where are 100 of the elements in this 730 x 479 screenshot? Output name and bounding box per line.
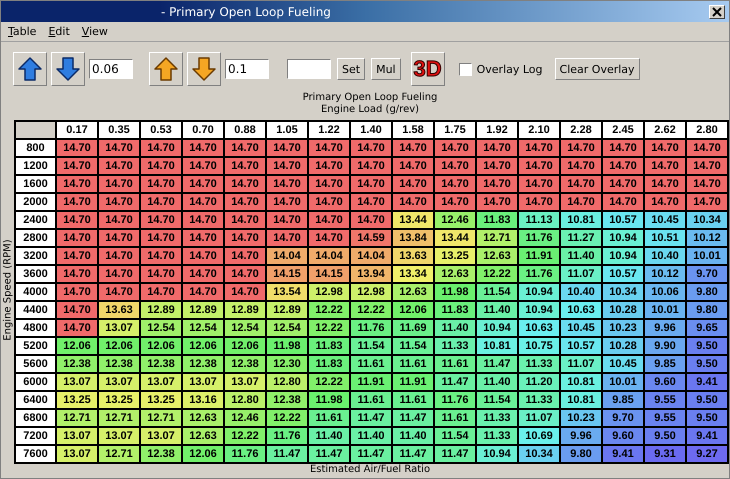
table-cell[interactable]: 14.70	[477, 158, 517, 174]
table-cell[interactable]: 12.98	[351, 284, 391, 300]
table-cell[interactable]: 12.46	[225, 410, 265, 426]
table-cell[interactable]: 11.40	[435, 320, 475, 336]
table-cell[interactable]: 14.70	[687, 194, 727, 210]
table-cell[interactable]: 14.70	[393, 194, 433, 210]
checkbox[interactable]	[458, 62, 472, 76]
table-cell[interactable]: 10.23	[603, 320, 643, 336]
table-cell[interactable]: 14.70	[561, 176, 601, 192]
table-cell[interactable]: 11.40	[351, 428, 391, 444]
table-cell[interactable]: 10.81	[561, 392, 601, 408]
table-cell[interactable]: 12.38	[183, 356, 223, 372]
table-cell[interactable]: 12.06	[183, 338, 223, 354]
table-cell[interactable]: 11.54	[351, 338, 391, 354]
table-cell[interactable]: 14.70	[57, 140, 97, 156]
table-cell[interactable]: 12.89	[183, 302, 223, 318]
table-cell[interactable]: 9.55	[645, 410, 685, 426]
table-cell[interactable]: 11.76	[435, 392, 475, 408]
table-cell[interactable]: 11.61	[351, 392, 391, 408]
table-cell[interactable]: 14.70	[99, 194, 139, 210]
table-cell[interactable]: 11.83	[477, 212, 517, 228]
table-cell[interactable]: 11.61	[393, 356, 433, 372]
table-cell[interactable]: 12.46	[435, 212, 475, 228]
table-cell[interactable]: 12.38	[57, 356, 97, 372]
table-cell[interactable]: 14.70	[267, 212, 307, 228]
table-cell[interactable]: 11.76	[351, 320, 391, 336]
table-cell[interactable]: 9.50	[687, 410, 727, 426]
table-cell[interactable]: 14.70	[99, 248, 139, 264]
table-cell[interactable]: 14.70	[225, 230, 265, 246]
table-cell[interactable]: 10.01	[645, 302, 685, 318]
table-cell[interactable]: 14.70	[183, 230, 223, 246]
table-cell[interactable]: 14.70	[225, 158, 265, 174]
toolbar-button[interactable]: Mul	[371, 58, 401, 80]
input-field[interactable]	[287, 59, 331, 79]
table-cell[interactable]: 11.07	[561, 266, 601, 282]
table-cell[interactable]: 13.07	[99, 374, 139, 390]
table-cell[interactable]: 12.22	[309, 302, 349, 318]
table-cell[interactable]: 14.70	[225, 248, 265, 264]
table-cell[interactable]: 12.54	[267, 320, 307, 336]
table-cell[interactable]: 11.91	[519, 248, 559, 264]
table-cell[interactable]: 14.70	[393, 140, 433, 156]
table-cell[interactable]: 14.70	[267, 194, 307, 210]
table-cell[interactable]: 11.61	[435, 410, 475, 426]
table-cell[interactable]: 14.70	[645, 158, 685, 174]
table-cell[interactable]: 14.70	[183, 284, 223, 300]
table-cell[interactable]: 13.07	[57, 446, 97, 462]
table-cell[interactable]: 14.70	[351, 194, 391, 210]
table-cell[interactable]: 12.38	[99, 356, 139, 372]
decrease-button[interactable]	[51, 52, 85, 86]
table-cell[interactable]: 11.33	[519, 392, 559, 408]
table-cell[interactable]: 11.40	[477, 374, 517, 390]
table-cell[interactable]: 11.13	[519, 212, 559, 228]
table-cell[interactable]: 10.81	[477, 338, 517, 354]
table-cell[interactable]: 14.70	[477, 194, 517, 210]
table-cell[interactable]: 14.70	[645, 176, 685, 192]
table-cell[interactable]: 14.70	[99, 140, 139, 156]
table-cell[interactable]: 11.07	[561, 356, 601, 372]
table-cell[interactable]: 11.61	[393, 392, 433, 408]
table-cell[interactable]: 10.63	[561, 302, 601, 318]
table-cell[interactable]: 14.70	[561, 194, 601, 210]
table-cell[interactable]: 11.47	[435, 446, 475, 462]
table-cell[interactable]: 10.34	[603, 284, 643, 300]
table-cell[interactable]: 12.71	[141, 410, 181, 426]
table-cell[interactable]: 13.25	[141, 392, 181, 408]
table-cell[interactable]: 13.07	[57, 374, 97, 390]
table-cell[interactable]: 11.83	[309, 338, 349, 354]
table-cell[interactable]: 14.70	[309, 194, 349, 210]
table-cell[interactable]: 14.70	[57, 248, 97, 264]
table-cell[interactable]: 12.98	[309, 284, 349, 300]
table-cell[interactable]: 14.70	[603, 194, 643, 210]
table-cell[interactable]: 10.94	[477, 320, 517, 336]
table-cell[interactable]: 12.22	[225, 428, 265, 444]
table-cell[interactable]: 14.70	[141, 248, 181, 264]
table-cell[interactable]: 10.45	[645, 212, 685, 228]
table-cell[interactable]: 11.83	[309, 356, 349, 372]
table-cell[interactable]: 13.94	[351, 266, 391, 282]
table-cell[interactable]: 12.71	[99, 446, 139, 462]
table-cell[interactable]: 14.70	[99, 176, 139, 192]
table-cell[interactable]: 13.07	[141, 374, 181, 390]
table-cell[interactable]: 14.70	[309, 230, 349, 246]
table-cell[interactable]: 14.70	[603, 140, 643, 156]
table-cell[interactable]: 12.22	[477, 266, 517, 282]
table-cell[interactable]: 14.70	[99, 212, 139, 228]
table-cell[interactable]: 12.71	[99, 410, 139, 426]
table-cell[interactable]: 12.80	[267, 374, 307, 390]
table-cell[interactable]: 14.70	[519, 176, 559, 192]
table-cell[interactable]: 13.07	[57, 428, 97, 444]
table-cell[interactable]: 11.83	[435, 302, 475, 318]
table-cell[interactable]: 14.70	[519, 140, 559, 156]
table-cell[interactable]: 11.47	[351, 410, 391, 426]
table-cell[interactable]: 12.63	[183, 428, 223, 444]
table-cell[interactable]: 12.63	[183, 410, 223, 426]
table-cell[interactable]: 9.50	[687, 392, 727, 408]
table-cell[interactable]: 14.70	[603, 176, 643, 192]
table-cell[interactable]: 12.38	[225, 356, 265, 372]
table-cell[interactable]: 9.85	[603, 392, 643, 408]
table-cell[interactable]: 10.69	[519, 428, 559, 444]
table-cell[interactable]: 12.89	[141, 302, 181, 318]
table-cell[interactable]: 12.22	[309, 374, 349, 390]
table-cell[interactable]: 9.50	[645, 428, 685, 444]
